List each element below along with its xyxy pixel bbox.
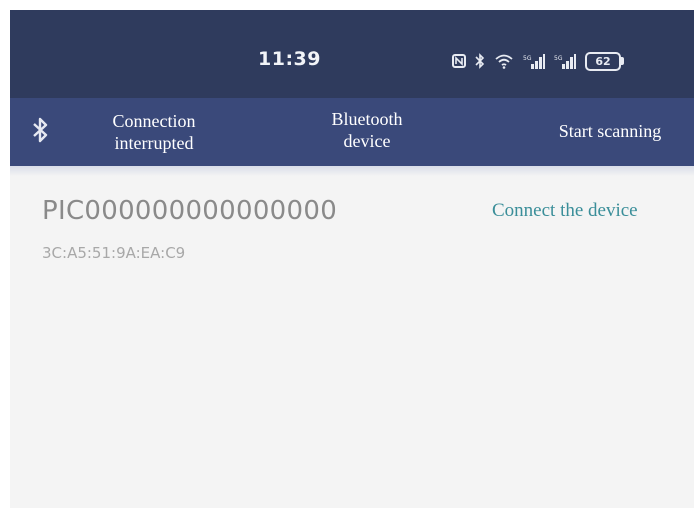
- svg-text:5G: 5G: [523, 55, 532, 62]
- bluetooth-icon: [475, 53, 485, 69]
- start-scanning-button[interactable]: Start scanning: [540, 120, 680, 142]
- toolbar-shadow: [10, 166, 694, 176]
- device-name: PIC000000000000000: [42, 196, 338, 226]
- bluetooth-device-line2: device: [343, 131, 391, 151]
- signal-icon: 5G: [554, 54, 576, 69]
- list-item[interactable]: PIC000000000000000 3C:A5:51:9A:EA:C9 Con…: [10, 180, 694, 290]
- svg-text:5G: 5G: [554, 55, 563, 62]
- bluetooth-device-button[interactable]: Bluetooth device: [312, 108, 422, 152]
- battery-level: 62: [585, 51, 621, 71]
- app-screen: 11:39 5G 5G 62 Connection interrupted Bl…: [10, 10, 694, 508]
- device-list: PIC000000000000000 3C:A5:51:9A:EA:C9 Con…: [10, 180, 694, 290]
- bluetooth-device-line1: Bluetooth: [331, 109, 403, 129]
- connect-device-button[interactable]: Connect the device: [492, 200, 638, 222]
- nfc-icon: [452, 54, 466, 68]
- status-bar: 11:39 5G 5G 62: [10, 10, 694, 98]
- status-icons: 5G 5G 62: [452, 50, 624, 72]
- connection-status-line1: Connection: [112, 111, 196, 131]
- battery-icon: 62: [585, 51, 624, 71]
- device-mac-address: 3C:A5:51:9A:EA:C9: [42, 244, 186, 262]
- signal-icon: 5G: [523, 54, 545, 69]
- bluetooth-icon: [33, 117, 48, 143]
- battery-tip: [621, 57, 624, 65]
- toolbar: Connection interrupted Bluetooth device …: [10, 98, 694, 166]
- status-time: 11:39: [258, 48, 321, 70]
- connection-status-line2: interrupted: [114, 133, 194, 153]
- wifi-icon: [495, 54, 513, 69]
- connection-status-button[interactable]: Connection interrupted: [92, 110, 216, 154]
